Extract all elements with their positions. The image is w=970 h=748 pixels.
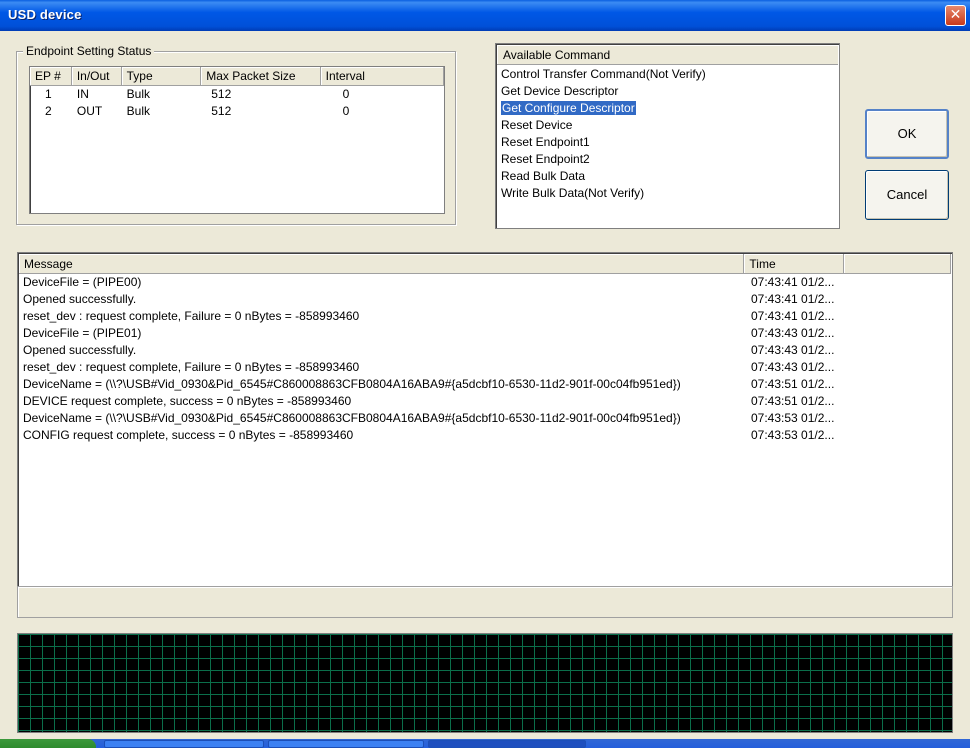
close-button[interactable]: ✕	[945, 5, 966, 26]
command-item[interactable]: Reset Endpoint2	[496, 151, 839, 168]
list-item[interactable]: reset_dev : request complete, Failure = …	[18, 308, 952, 325]
list-item[interactable]: DeviceName = (\\?\USB#Vid_0930&Pid_6545#…	[18, 410, 952, 427]
ok-button[interactable]: OK	[865, 109, 949, 159]
available-command-list[interactable]: Available Command Control Transfer Comma…	[495, 43, 840, 229]
message-text: Opened successfully.	[23, 292, 137, 306]
endpoint-list-header: EP # In/Out Type Max Packet Size Interva…	[30, 67, 444, 86]
window-title: USD device	[8, 7, 82, 22]
list-item[interactable]: DeviceFile = (PIPE01) 07:43:43 01/2...	[18, 325, 952, 342]
ep-cell: 2	[45, 104, 52, 118]
message-time: 07:43:43 01/2...	[751, 343, 835, 357]
endpoint-setting-group: Endpoint Setting Status EP # In/Out Type…	[16, 44, 456, 225]
interval-cell: 0	[342, 87, 350, 101]
column-header-type[interactable]: Type	[121, 67, 202, 86]
message-time: 07:43:53 01/2...	[751, 428, 835, 442]
list-item[interactable]: Opened successfully. 07:43:43 01/2...	[18, 342, 952, 359]
column-header-message[interactable]: Message	[19, 254, 745, 274]
list-item[interactable]: DeviceFile = (PIPE00) 07:43:41 01/2...	[18, 274, 952, 291]
list-item[interactable]: reset_dev : request complete, Failure = …	[18, 359, 952, 376]
close-icon: ✕	[949, 7, 962, 23]
command-item[interactable]: Control Transfer Command(Not Verify)	[496, 66, 839, 83]
taskbar	[0, 739, 970, 748]
table-row[interactable]: 1 IN Bulk 512 0	[30, 86, 444, 103]
message-text: Opened successfully.	[23, 343, 137, 357]
throughput-graph	[17, 633, 953, 733]
message-time: 07:43:51 01/2...	[751, 377, 835, 391]
list-item[interactable]: Opened successfully. 07:43:41 01/2...	[18, 291, 952, 308]
taskbar-item-active[interactable]	[428, 740, 586, 748]
taskbar-item[interactable]	[104, 740, 264, 748]
column-header-blank[interactable]	[844, 254, 951, 274]
title-bar: USD device ✕	[0, 0, 970, 31]
command-item-selected[interactable]: Get Configure Descriptor	[496, 100, 839, 117]
message-list-header: Message Time	[19, 254, 951, 274]
message-text: DeviceName = (\\?\USB#Vid_0930&Pid_6545#…	[23, 411, 681, 425]
column-header-interval[interactable]: Interval	[320, 67, 444, 86]
start-button[interactable]	[0, 739, 96, 748]
column-header-max-packet[interactable]: Max Packet Size	[201, 67, 321, 86]
interval-cell: 0	[342, 104, 350, 118]
endpoint-group-label: Endpoint Setting Status	[23, 44, 155, 58]
ep-cell: 1	[45, 87, 52, 101]
message-time: 07:43:41 01/2...	[751, 275, 835, 289]
cancel-button[interactable]: Cancel	[865, 170, 949, 220]
type-cell: Bulk	[126, 104, 150, 118]
inout-cell: OUT	[76, 104, 103, 118]
max-packet-cell: 512	[211, 104, 232, 118]
message-text: DEVICE request complete, success = 0 nBy…	[23, 394, 352, 408]
command-item[interactable]: Get Device Descriptor	[496, 83, 839, 100]
message-text: DeviceFile = (PIPE00)	[23, 275, 142, 289]
message-time: 07:43:51 01/2...	[751, 394, 835, 408]
command-item[interactable]: Write Bulk Data(Not Verify)	[496, 185, 839, 202]
column-header-inout[interactable]: In/Out	[71, 67, 122, 86]
column-header-ep[interactable]: EP #	[30, 67, 72, 86]
command-list-header[interactable]: Available Command	[497, 45, 838, 65]
column-header-time[interactable]: Time	[744, 254, 845, 274]
message-text: DeviceName = (\\?\USB#Vid_0930&Pid_6545#…	[23, 377, 681, 391]
status-field	[17, 586, 953, 618]
message-text: CONFIG request complete, success = 0 nBy…	[23, 428, 354, 442]
message-time: 07:43:43 01/2...	[751, 326, 835, 340]
table-row[interactable]: 2 OUT Bulk 512 0	[30, 103, 444, 120]
message-text: reset_dev : request complete, Failure = …	[23, 360, 360, 374]
endpoint-list[interactable]: EP # In/Out Type Max Packet Size Interva…	[29, 66, 445, 214]
message-log-list[interactable]: Message Time DeviceFile = (PIPE00) 07:43:…	[17, 252, 953, 600]
inout-cell: IN	[76, 87, 89, 101]
dialog-client-area: Endpoint Setting Status EP # In/Out Type…	[0, 31, 970, 748]
command-item[interactable]: Reset Endpoint1	[496, 134, 839, 151]
message-time: 07:43:41 01/2...	[751, 292, 835, 306]
message-time: 07:43:43 01/2...	[751, 360, 835, 374]
list-item[interactable]: CONFIG request complete, success = 0 nBy…	[18, 427, 952, 444]
command-item[interactable]: Read Bulk Data	[496, 168, 839, 185]
command-item[interactable]: Reset Device	[496, 117, 839, 134]
message-text: reset_dev : request complete, Failure = …	[23, 309, 360, 323]
type-cell: Bulk	[126, 87, 150, 101]
max-packet-cell: 512	[211, 87, 232, 101]
message-time: 07:43:41 01/2...	[751, 309, 835, 323]
taskbar-item[interactable]	[268, 740, 424, 748]
message-time: 07:43:53 01/2...	[751, 411, 835, 425]
message-text: DeviceFile = (PIPE01)	[23, 326, 142, 340]
list-item[interactable]: DEVICE request complete, success = 0 nBy…	[18, 393, 952, 410]
list-item[interactable]: DeviceName = (\\?\USB#Vid_0930&Pid_6545#…	[18, 376, 952, 393]
